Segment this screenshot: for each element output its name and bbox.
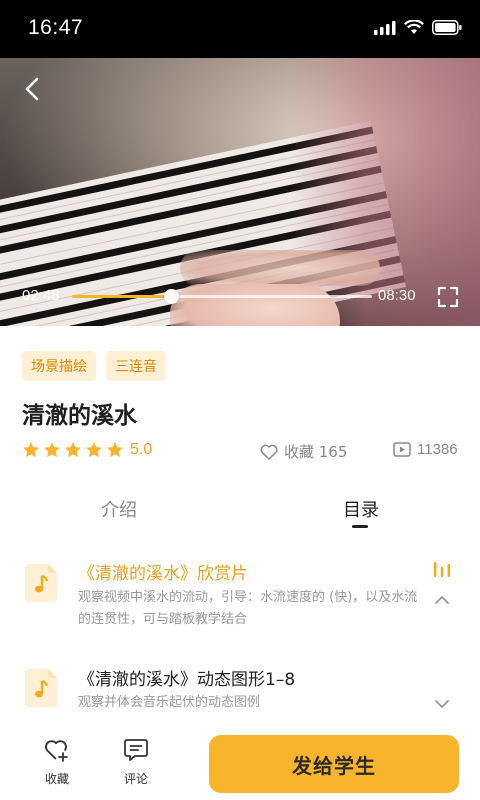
comment-icon bbox=[124, 739, 148, 761]
course-title: 清澈的溪水 bbox=[22, 403, 137, 429]
tag[interactable]: 三连音 bbox=[106, 351, 166, 381]
catalog-item-title: 《清澈的溪水》动态图形1–8 bbox=[78, 670, 296, 690]
tag-list: 场景描绘 三连音 bbox=[22, 351, 166, 381]
tab-indicator bbox=[352, 525, 368, 528]
progress-fill bbox=[72, 295, 171, 298]
favorite-label: 收藏 bbox=[44, 772, 69, 786]
tag[interactable]: 场景描绘 bbox=[22, 351, 96, 381]
favorite-button[interactable]: 收藏 bbox=[37, 738, 77, 787]
progress-bar[interactable] bbox=[72, 289, 372, 304]
bottom-bar: 收藏 评论 发给学生 bbox=[0, 726, 480, 800]
heart-add-icon bbox=[45, 740, 68, 762]
comment-button[interactable]: 评论 bbox=[116, 738, 156, 787]
signal-icon bbox=[374, 20, 396, 35]
chevron-down-icon[interactable] bbox=[434, 696, 450, 712]
total-time: 08:30 bbox=[378, 287, 416, 304]
catalog-item[interactable]: 《清澈的溪水》动态图形1–8 观察并体会音乐起伏的动态图例 bbox=[0, 661, 480, 721]
status-bar: 16:47 bbox=[0, 0, 480, 58]
views-label: 11386 bbox=[417, 441, 458, 458]
battery-icon bbox=[432, 20, 462, 35]
wifi-icon bbox=[404, 20, 424, 34]
star-rating bbox=[22, 441, 124, 459]
status-time: 16:47 bbox=[28, 16, 84, 39]
hand-image bbox=[170, 284, 340, 326]
star-icon bbox=[23, 442, 39, 458]
comment-label: 评论 bbox=[123, 772, 148, 786]
star-icon bbox=[107, 442, 123, 458]
rating: 5.0 bbox=[22, 441, 152, 459]
catalog-item-desc: 观察视频中溪水的流动，引导：水流速度的 (快)，以及水流的连贯性，可与踏板教学结… bbox=[78, 590, 418, 627]
fullscreen-icon[interactable] bbox=[437, 286, 459, 308]
star-icon bbox=[65, 442, 81, 458]
chevron-up-icon[interactable] bbox=[434, 592, 450, 608]
current-time: 02:48 bbox=[22, 287, 60, 304]
heart-icon bbox=[260, 444, 278, 460]
playing-bars-icon bbox=[434, 562, 450, 577]
music-file-icon bbox=[25, 564, 57, 602]
catalog-item-desc: 观察并体会音乐起伏的动态图例 bbox=[78, 695, 261, 710]
status-icons bbox=[374, 20, 462, 35]
favorites-count[interactable]: 收藏 165 bbox=[260, 441, 347, 462]
progress-thumb[interactable] bbox=[164, 289, 179, 304]
tab-intro[interactable]: 介绍 bbox=[101, 496, 137, 522]
catalog-item-title: 《清澈的溪水》欣赏片 bbox=[78, 564, 248, 584]
play-count-icon bbox=[393, 442, 411, 457]
video-player[interactable]: 02:48 08:30 bbox=[0, 58, 480, 326]
catalog-item[interactable]: 《清澈的溪水》欣赏片 观察视频中溪水的流动，引导：水流速度的 (快)，以及水流的… bbox=[0, 556, 480, 636]
music-file-icon bbox=[25, 669, 57, 707]
views-count: 11386 bbox=[393, 441, 458, 458]
star-icon bbox=[86, 442, 102, 458]
favorites-label: 收藏 165 bbox=[284, 443, 348, 461]
hand-image bbox=[180, 250, 380, 286]
back-icon[interactable] bbox=[20, 76, 46, 102]
send-to-students-button[interactable]: 发给学生 bbox=[209, 735, 459, 793]
rating-score: 5.0 bbox=[130, 441, 153, 458]
tab-catalog[interactable]: 目录 bbox=[343, 496, 379, 522]
star-icon bbox=[44, 442, 60, 458]
